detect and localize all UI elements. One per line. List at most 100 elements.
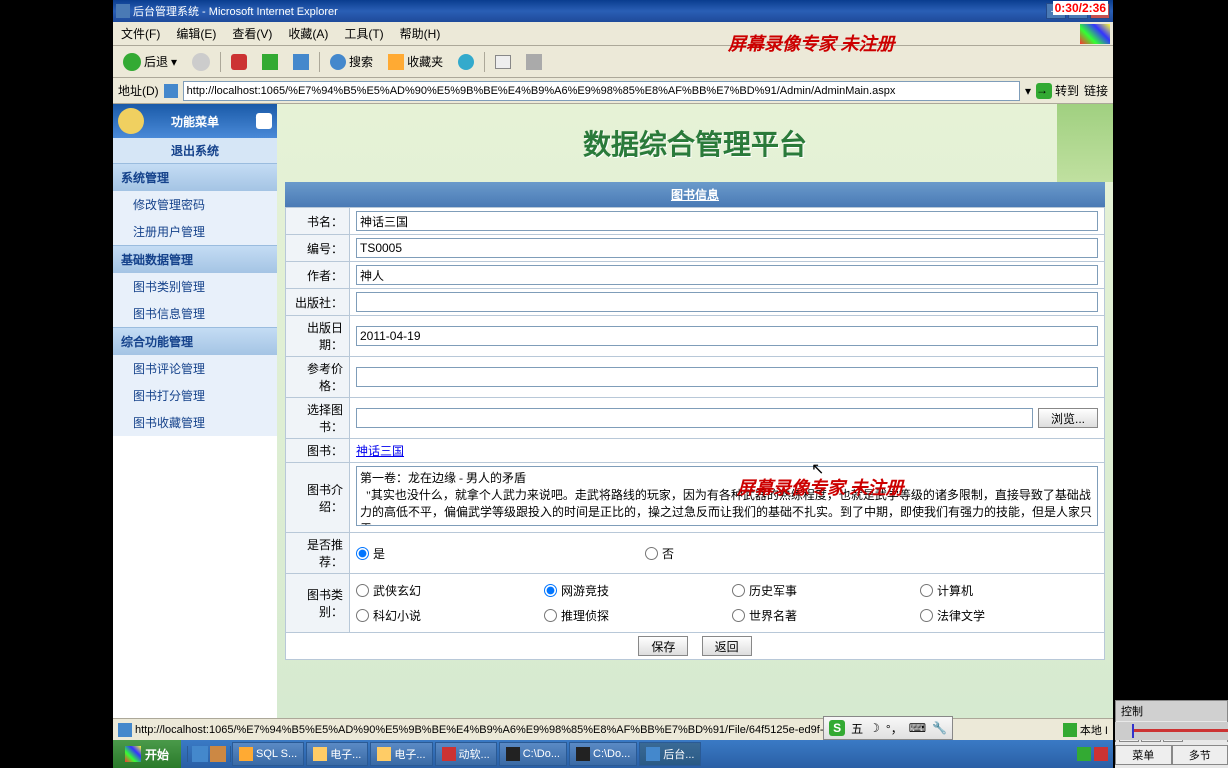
- taskbar-item-folder2[interactable]: 电子...: [370, 742, 432, 766]
- go-button[interactable]: → 转到: [1036, 82, 1079, 99]
- radio-cat-classic[interactable]: 世界名著: [732, 607, 910, 624]
- textarea-intro[interactable]: [356, 466, 1098, 526]
- mail-button[interactable]: [490, 53, 516, 71]
- recording-timer: 0:30/2:36: [1053, 1, 1108, 15]
- taskbar-item-active[interactable]: 后台...: [639, 742, 701, 766]
- input-publisher[interactable]: [356, 292, 1098, 312]
- ime-label[interactable]: 五: [851, 720, 863, 737]
- folder-icon: [377, 747, 391, 761]
- sidebar-logout[interactable]: 退出系统: [113, 138, 277, 163]
- sidebar-section-functions[interactable]: 综合功能管理: [113, 327, 277, 355]
- search-button[interactable]: 搜索: [325, 51, 378, 72]
- sidebar-item-comments[interactable]: 图书评论管理: [113, 355, 277, 382]
- ime-toolbar[interactable]: S 五 ☽ °， ⌨ 🔧: [823, 716, 953, 740]
- dropdown-icon[interactable]: ▾: [1025, 84, 1031, 98]
- quicklaunch-icon[interactable]: [210, 746, 226, 762]
- sidebar-item-ratings[interactable]: 图书打分管理: [113, 382, 277, 409]
- label-name: 书名：: [286, 208, 350, 235]
- sidebar-item-password[interactable]: 修改管理密码: [113, 191, 277, 218]
- header-decoration-icon: [1057, 104, 1113, 182]
- multi-button[interactable]: 多节: [1172, 745, 1228, 765]
- label-author: 作者：: [286, 262, 350, 289]
- input-file-path[interactable]: [356, 408, 1033, 428]
- sidebar-item-favorites[interactable]: 图书收藏管理: [113, 409, 277, 436]
- radio-cat-computer[interactable]: 计算机: [920, 582, 1098, 599]
- menu-edit[interactable]: 编辑(E): [168, 22, 224, 45]
- quicklaunch-icon[interactable]: [192, 746, 208, 762]
- start-button[interactable]: 开始: [113, 740, 181, 768]
- refresh-button[interactable]: [257, 52, 283, 72]
- page-icon: [164, 84, 178, 98]
- taskbar-item-sql[interactable]: SQL S...: [232, 742, 304, 766]
- taskbar-item-dongsoft[interactable]: 动软...: [435, 742, 497, 766]
- sidebar-item-book-category[interactable]: 图书类别管理: [113, 273, 277, 300]
- go-arrow-icon: →: [1036, 83, 1052, 99]
- history-button[interactable]: [453, 52, 479, 72]
- ime-punct-icon[interactable]: °，: [886, 720, 903, 737]
- radio-cat-game[interactable]: 网游竞技: [544, 582, 722, 599]
- input-book-code[interactable]: [356, 238, 1098, 258]
- menu-help[interactable]: 帮助(H): [392, 22, 449, 45]
- print-icon: [526, 54, 542, 70]
- sidebar-item-book-info[interactable]: 图书信息管理: [113, 300, 277, 327]
- radio-cat-history[interactable]: 历史军事: [732, 582, 910, 599]
- sidebar-logo-icon: [118, 108, 144, 134]
- taskbar-item-cmd1[interactable]: C:\Do...: [499, 742, 567, 766]
- menu-view[interactable]: 查看(V): [224, 22, 280, 45]
- sidebar-section-data[interactable]: 基础数据管理: [113, 245, 277, 273]
- input-publish-date[interactable]: [356, 326, 1098, 346]
- tray-icon[interactable]: [1094, 747, 1108, 761]
- links-label[interactable]: 链接: [1084, 82, 1108, 99]
- chevron-down-icon: ▾: [171, 55, 177, 69]
- status-url: http://localhost:1065/%E7%94%B5%E5%AD%90…: [135, 724, 878, 736]
- radio-cat-law[interactable]: 法律文学: [920, 607, 1098, 624]
- windows-start-icon: [125, 746, 141, 762]
- address-input[interactable]: [183, 81, 1020, 101]
- ime-moon-icon[interactable]: ☽: [869, 721, 880, 735]
- radio-cat-scifi[interactable]: 科幻小说: [356, 607, 534, 624]
- ime-keyboard-icon[interactable]: ⌨: [909, 721, 926, 735]
- menu-tools[interactable]: 工具(T): [336, 22, 391, 45]
- sidebar-toggle-icon[interactable]: ▾: [256, 113, 272, 129]
- input-author[interactable]: [356, 265, 1098, 285]
- taskbar-item-cmd2[interactable]: C:\Do...: [569, 742, 637, 766]
- forward-button[interactable]: [187, 51, 215, 73]
- sidebar-section-system[interactable]: 系统管理: [113, 163, 277, 191]
- taskbar-item-folder1[interactable]: 电子...: [306, 742, 368, 766]
- back-button[interactable]: 返回: [702, 636, 752, 656]
- favorites-button[interactable]: 收藏夹: [383, 51, 448, 72]
- folder-icon: [313, 747, 327, 761]
- input-price[interactable]: [356, 367, 1098, 387]
- book-link[interactable]: 神话三国: [356, 444, 404, 458]
- back-button[interactable]: 后退 ▾: [118, 51, 182, 73]
- menu-button[interactable]: 菜单: [1115, 745, 1172, 765]
- radio-cat-detective[interactable]: 推理侦探: [544, 607, 722, 624]
- address-bar: 地址(D) ▾ → 转到 链接: [113, 78, 1113, 104]
- browse-button[interactable]: 浏览...: [1038, 408, 1098, 428]
- print-button[interactable]: [521, 52, 547, 72]
- menu-favorites[interactable]: 收藏(A): [280, 22, 336, 45]
- mail-icon: [495, 55, 511, 69]
- radio-cat-wuxia[interactable]: 武侠玄幻: [356, 582, 534, 599]
- windows-logo-icon: [1080, 24, 1110, 44]
- radio-recommend-no[interactable]: 否: [645, 545, 674, 562]
- ime-s-icon[interactable]: S: [829, 720, 845, 736]
- app-icon: [239, 747, 253, 761]
- label-recommend: 是否推荐：: [286, 533, 350, 574]
- system-tray[interactable]: [1072, 747, 1113, 761]
- input-book-name[interactable]: [356, 211, 1098, 231]
- menu-file[interactable]: 文件(F): [113, 22, 168, 45]
- timeline-slider[interactable]: [1115, 722, 1228, 740]
- ime-settings-icon[interactable]: 🔧: [932, 721, 947, 735]
- browser-toolbar: 后退 ▾ 搜索 收藏夹: [113, 46, 1113, 78]
- menu-bar: 文件(F) 编辑(E) 查看(V) 收藏(A) 工具(T) 帮助(H): [113, 22, 1113, 46]
- tray-icon[interactable]: [1077, 747, 1091, 761]
- sidebar-item-users[interactable]: 注册用户管理: [113, 218, 277, 245]
- stop-button[interactable]: [226, 52, 252, 72]
- home-button[interactable]: [288, 52, 314, 72]
- radio-recommend-yes[interactable]: 是: [356, 545, 385, 562]
- save-button[interactable]: 保存: [638, 636, 688, 656]
- label-book: 图书：: [286, 439, 350, 463]
- sidebar: 功能菜单 ▾ 退出系统 系统管理 修改管理密码 注册用户管理 基础数据管理 图书…: [113, 104, 277, 718]
- star-icon: [388, 54, 404, 70]
